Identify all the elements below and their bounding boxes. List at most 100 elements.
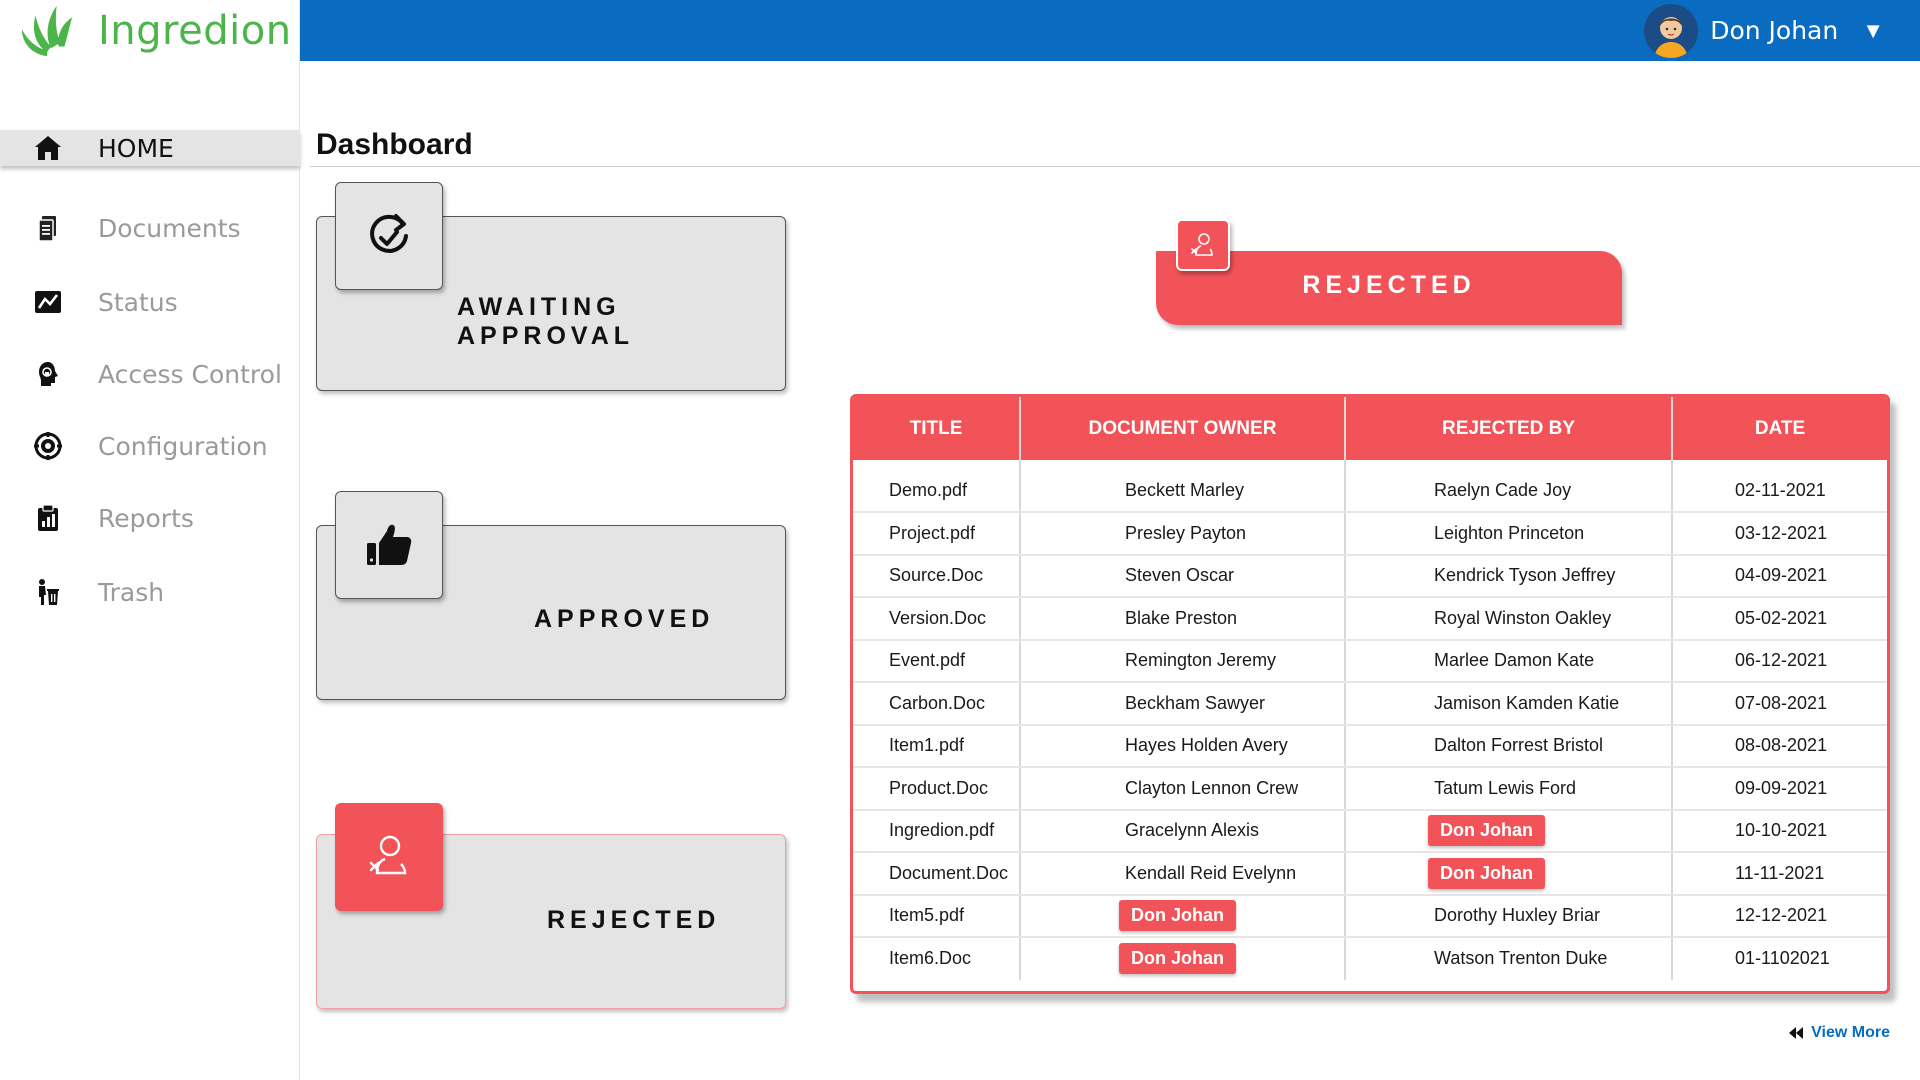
cell-rejected-by: Kendrick Tyson Jeffrey — [1345, 554, 1673, 598]
cell-rejected-by: Jamison Kamden Katie — [1345, 682, 1673, 726]
table-row[interactable]: Document.Doc Kendall Reid Evelynn Don Joha… — [853, 852, 1887, 896]
cell-rejected-by: Dorothy Huxley Briar — [1345, 894, 1673, 938]
table-row[interactable]: Project.pdf Presley Payton Leighton Prince… — [853, 512, 1887, 556]
cell-owner: Steven Oscar — [1020, 554, 1346, 598]
cell-rejected-by-text: Dalton Forrest Bristol — [1434, 735, 1604, 756]
user-highlight-badge[interactable]: Don Johan — [1428, 815, 1545, 847]
user-rejected-icon — [1176, 219, 1230, 271]
page-title: Dashboard — [316, 128, 473, 161]
sidebar-item-label: HOME — [98, 133, 174, 163]
user-name[interactable]: Don Johan — [1710, 16, 1838, 45]
cell-owner: Kendall Reid Evelynn — [1020, 852, 1346, 896]
table-row[interactable]: Item5.pdf Don Johan Dorothy Huxley Briar 12… — [853, 894, 1887, 938]
cell-rejected-by-text: Royal Winston Oakley — [1434, 607, 1612, 628]
cell-rejected-by: Royal Winston Oakley — [1345, 597, 1673, 641]
table-row[interactable]: Ingredion.pdf Gracelynn Alexis Don Johan 10… — [853, 809, 1887, 853]
sidebar-item-label: Reports — [98, 503, 194, 533]
cell-date: 07-08-2021 — [1672, 682, 1887, 726]
user-highlight-badge[interactable]: Don Johan — [1428, 857, 1545, 889]
sidebar-item-status[interactable]: Status — [0, 282, 300, 322]
cell-owner: Don Johan — [1020, 894, 1346, 938]
cell-rejected-by-text: Kendrick Tyson Jeffrey — [1434, 565, 1616, 586]
configuration-icon — [30, 428, 66, 464]
sidebar-item-configuration[interactable]: Configuration — [0, 426, 300, 466]
user-highlight-badge[interactable]: Don Johan — [1119, 943, 1236, 975]
cell-date: 03-12-2021 — [1672, 512, 1887, 556]
cell-date-text: 11-11-2021 — [1735, 862, 1825, 883]
cell-date: 08-08-2021 — [1672, 724, 1887, 768]
sidebar-item-documents[interactable]: Documents — [0, 208, 300, 248]
column-header-rejected-by[interactable]: REJECTED BY — [1345, 397, 1673, 460]
home-icon — [30, 130, 66, 166]
cell-date: 06-12-2021 — [1672, 639, 1887, 683]
cell-date: 05-02-2021 — [1672, 597, 1887, 641]
documents-icon — [30, 210, 66, 246]
cell-title: Source.Doc — [853, 554, 1021, 598]
avatar[interactable] — [1644, 3, 1699, 58]
view-more-link[interactable]: View More — [1787, 1024, 1890, 1042]
cell-owner: Don Johan — [1020, 937, 1346, 980]
user-highlight-badge[interactable]: Don Johan — [1119, 900, 1236, 932]
card-label: AWAITING APPROVAL — [457, 293, 635, 350]
table-row[interactable]: Item6.Doc Don Johan Watson Trenton Duke 01-… — [853, 937, 1887, 980]
sidebar-item-access-control[interactable]: Access Control — [0, 354, 300, 394]
section-title: REJECTED — [1302, 271, 1476, 299]
cell-title: Item5.pdf — [853, 894, 1021, 938]
cell-date: 09-09-2021 — [1672, 767, 1887, 811]
cell-title-text: Item6.Doc — [889, 948, 972, 969]
rejected-card[interactable]: REJECTED — [316, 803, 786, 1009]
table-header-row: TITLE DOCUMENT OWNER REJECTED BY DATE — [853, 397, 1887, 460]
cell-date: 04-09-2021 — [1672, 554, 1887, 598]
table-row[interactable]: Source.Doc Steven Oscar Kendrick Tyson Jef… — [853, 554, 1887, 598]
table-row[interactable]: Product.Doc Clayton Lennon Crew Tatum Lewi… — [853, 767, 1887, 811]
trash-icon — [30, 574, 66, 610]
table-row[interactable]: Item1.pdf Hayes Holden Avery Dalton Forres… — [853, 724, 1887, 768]
rejected-documents-table: TITLE DOCUMENT OWNER REJECTED BY DATE De… — [850, 394, 1890, 994]
view-more-label[interactable]: View More — [1811, 1024, 1890, 1042]
cell-date-text: 05-02-2021 — [1735, 607, 1828, 628]
brand-name: Ingredion — [98, 8, 292, 54]
cell-date-text: 06-12-2021 — [1735, 650, 1828, 671]
sidebar-item-label: Access Control — [98, 359, 282, 389]
cell-owner-text: Presley Payton — [1125, 522, 1247, 543]
cell-owner: Hayes Holden Avery — [1020, 724, 1346, 768]
ingredion-leaf-icon — [21, 5, 73, 57]
cell-title-text: Version.Doc — [889, 607, 987, 628]
column-header-date[interactable]: DATE — [1672, 397, 1887, 460]
cell-rejected-by: Leighton Princeton — [1345, 512, 1673, 556]
sidebar-item-trash[interactable]: Trash — [0, 572, 300, 612]
cell-date: 12-12-2021 — [1672, 894, 1887, 938]
sidebar-item-label: Documents — [98, 213, 241, 243]
cell-owner: Blake Preston — [1020, 597, 1346, 641]
cell-title-text: Event.pdf — [889, 650, 966, 671]
table-body: Demo.pdf Beckett Marley Raelyn Cade Joy 02-… — [853, 460, 1887, 980]
user-menu[interactable]: Don Johan ▼ — [1644, 0, 1884, 61]
cell-date-text: 03-12-2021 — [1735, 522, 1828, 543]
table-row[interactable]: Carbon.Doc Beckham Sawyer Jamison Kamden K… — [853, 682, 1887, 726]
cell-owner-text: Hayes Holden Avery — [1125, 735, 1288, 756]
cell-owner-text: Clayton Lennon Crew — [1125, 777, 1299, 798]
sidebar-item-reports[interactable]: Reports — [0, 498, 300, 538]
cell-owner-text: Beckham Sawyer — [1125, 692, 1266, 713]
cell-title: Item6.Doc — [853, 937, 1021, 980]
cell-owner: Beckham Sawyer — [1020, 682, 1346, 726]
cell-owner-text: Steven Oscar — [1125, 565, 1235, 586]
table-row[interactable]: Demo.pdf Beckett Marley Raelyn Cade Joy 02-… — [853, 460, 1887, 513]
cell-title-text: Project.pdf — [889, 522, 976, 543]
column-header-owner[interactable]: DOCUMENT OWNER — [1020, 397, 1346, 460]
column-header-title[interactable]: TITLE — [853, 397, 1021, 460]
table-row[interactable]: Event.pdf Remington Jeremy Marlee Damon Ka… — [853, 639, 1887, 683]
cell-rejected-by-text: Marlee Damon Kate — [1434, 650, 1595, 671]
approved-card[interactable]: APPROVED — [316, 491, 786, 700]
sidebar-item-home[interactable]: HOME — [0, 130, 300, 166]
cell-owner: Gracelynn Alexis — [1020, 809, 1346, 853]
cell-title-text: Demo.pdf — [889, 480, 968, 500]
sidebar-nav: HOME Documents Status Access Control Con… — [0, 130, 300, 612]
chevron-down-icon[interactable]: ▼ — [1862, 18, 1884, 44]
cell-rejected-by-text: Jamison Kamden Katie — [1434, 692, 1620, 713]
cell-title: Version.Doc — [853, 597, 1021, 641]
table-row[interactable]: Version.Doc Blake Preston Royal Winston Oa… — [853, 597, 1887, 641]
awaiting-approval-card[interactable]: AWAITING APPROVAL — [316, 182, 786, 391]
cell-owner: Presley Payton — [1020, 512, 1346, 556]
brand-logo[interactable]: Ingredion — [18, 0, 292, 62]
